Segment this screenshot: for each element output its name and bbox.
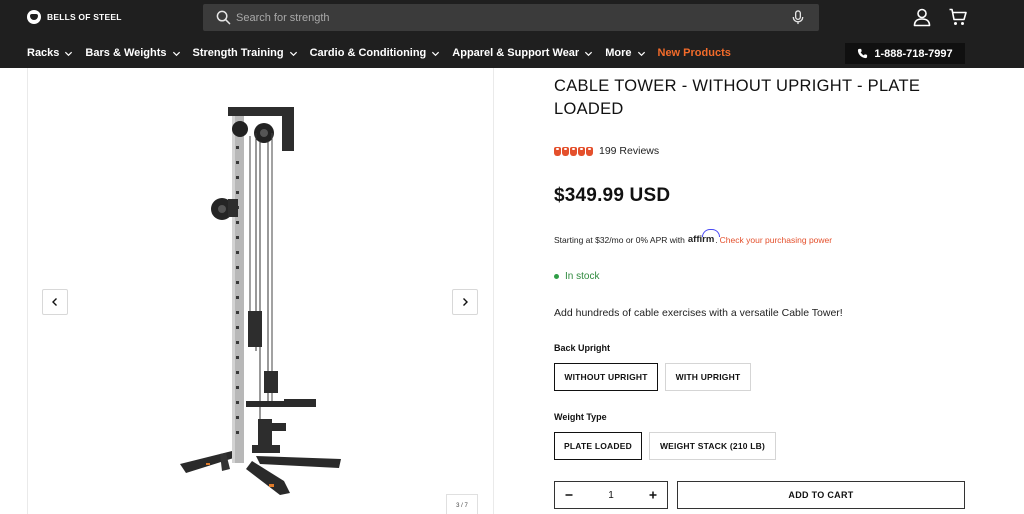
chevron-right-icon bbox=[463, 298, 468, 306]
search-input[interactable] bbox=[236, 4, 776, 31]
search-icon[interactable] bbox=[216, 10, 231, 25]
affirm-logo: affirm bbox=[687, 229, 721, 245]
nav-item-new-products[interactable]: New Products bbox=[658, 47, 731, 59]
kettlebell-star-icon bbox=[586, 146, 593, 156]
logo[interactable]: BELLS OF STEEL bbox=[27, 9, 122, 25]
financing-info: Starting at $32/mo or 0% APR with affirm… bbox=[554, 229, 832, 245]
kettlebell-star-icon bbox=[570, 146, 577, 156]
kettlebell-star-icon bbox=[562, 146, 569, 156]
nav-item-strength-training[interactable]: Strength Training bbox=[193, 47, 298, 59]
option-plate-loaded[interactable]: PLATE LOADED bbox=[554, 432, 642, 460]
quantity-value[interactable]: 1 bbox=[583, 490, 639, 501]
cable-tower-product-image bbox=[180, 107, 341, 495]
nav-item-cardio-conditioning[interactable]: Cardio & Conditioning bbox=[310, 47, 441, 59]
plus-icon bbox=[649, 491, 657, 499]
nav-label: Strength Training bbox=[192, 47, 284, 59]
option-without-upright[interactable]: WITHOUT UPRIGHT bbox=[554, 363, 658, 391]
nav-label: Apparel & Support Wear bbox=[452, 47, 580, 59]
option-with-upright[interactable]: WITH UPRIGHT bbox=[665, 363, 751, 391]
quantity-stepper: 1 bbox=[554, 481, 668, 509]
nav-item-racks[interactable]: Racks bbox=[27, 47, 73, 59]
microphone-icon[interactable] bbox=[791, 10, 805, 25]
rating-stars bbox=[554, 146, 593, 156]
reviews-count[interactable]: 199 Reviews bbox=[599, 145, 659, 157]
logo-text: BELLS OF STEEL bbox=[47, 12, 122, 22]
chevron-down-icon bbox=[65, 51, 73, 56]
nav-label: Bars & Weights bbox=[85, 47, 167, 59]
chevron-left-icon bbox=[52, 298, 57, 306]
kettlebell-star-icon bbox=[554, 146, 561, 156]
option-label-weight-type: Weight Type bbox=[554, 412, 607, 422]
chevron-down-icon bbox=[172, 51, 180, 56]
nav-item-more[interactable]: More bbox=[605, 47, 645, 59]
increase-quantity-button[interactable] bbox=[639, 482, 667, 508]
nav-label: More bbox=[605, 47, 632, 59]
bells-of-steel-logo-icon bbox=[27, 10, 41, 24]
chevron-down-icon bbox=[289, 51, 297, 56]
gallery-counter: 3 / 7 bbox=[446, 494, 478, 514]
nav-label: Racks bbox=[27, 47, 60, 59]
check-purchasing-power-link[interactable]: Check your purchasing power bbox=[720, 235, 832, 245]
nav-label: New Products bbox=[657, 47, 731, 59]
product-description: Add hundreds of cable exercises with a v… bbox=[554, 307, 843, 319]
search-bar bbox=[203, 4, 819, 31]
nav-label: Cardio & Conditioning bbox=[309, 47, 427, 59]
chevron-down-icon bbox=[432, 51, 440, 56]
stock-text: In stock bbox=[565, 271, 600, 282]
decrease-quantity-button[interactable] bbox=[555, 482, 583, 508]
option-label-back-upright: Back Upright bbox=[554, 343, 611, 353]
kettlebell-star-icon bbox=[578, 146, 585, 156]
main-nav: Racks Bars & Weights Strength Training C… bbox=[27, 44, 743, 62]
nav-item-apparel-support[interactable]: Apparel & Support Wear bbox=[452, 47, 593, 59]
add-to-cart-button[interactable]: ADD TO CART bbox=[677, 481, 965, 509]
nav-item-bars-weights[interactable]: Bars & Weights bbox=[85, 47, 180, 59]
product-title: CABLE TOWER - WITHOUT UPRIGHT - PLATE LO… bbox=[554, 77, 921, 118]
account-icon[interactable] bbox=[912, 7, 932, 27]
stock-status: In stock bbox=[554, 271, 599, 282]
chevron-down-icon bbox=[637, 51, 645, 56]
phone-icon bbox=[858, 48, 868, 59]
phone-button[interactable]: 1-888-718-7997 bbox=[845, 43, 965, 64]
phone-number: 1-888-718-7997 bbox=[874, 47, 953, 60]
product-rating[interactable]: 199 Reviews bbox=[554, 144, 659, 158]
gallery-next-button[interactable] bbox=[452, 289, 478, 315]
minus-icon bbox=[565, 494, 573, 496]
gallery-prev-button[interactable] bbox=[42, 289, 68, 315]
product-price: $349.99 USD bbox=[554, 185, 671, 206]
site-header: BELLS OF STEEL Racks Bars & Weights bbox=[0, 0, 1024, 68]
cart-icon[interactable] bbox=[948, 7, 968, 27]
option-weight-stack[interactable]: WEIGHT STACK (210 LB) bbox=[649, 432, 776, 460]
chevron-down-icon bbox=[585, 51, 593, 56]
in-stock-dot-icon bbox=[554, 274, 559, 279]
finance-text: Starting at $32/mo or 0% APR with bbox=[554, 234, 685, 245]
